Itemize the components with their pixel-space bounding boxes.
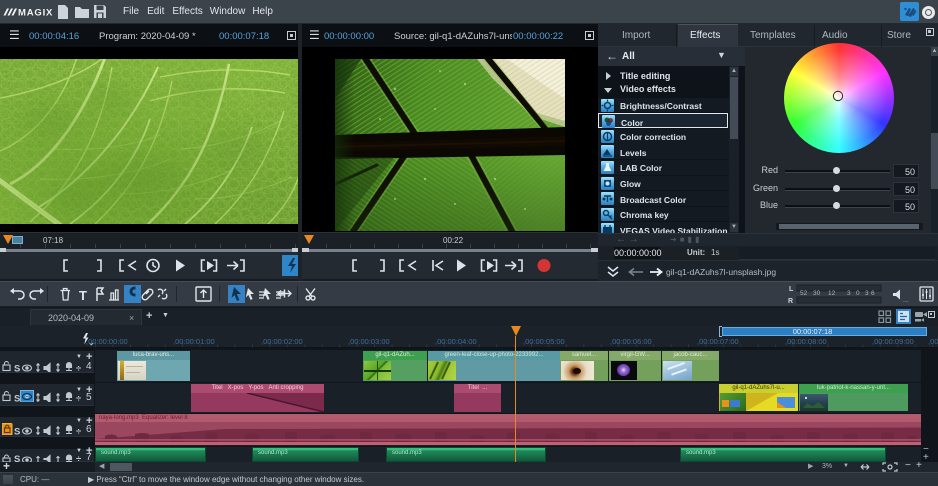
svg-text:T: T <box>79 288 87 303</box>
svg-text:÷: ÷ <box>76 394 81 403</box>
svg-text:30: 30 <box>813 290 821 297</box>
svg-text:S: S <box>14 394 20 403</box>
svg-text:3: 3 <box>865 290 869 297</box>
svg-text:÷: ÷ <box>76 427 81 436</box>
svg-text:12: 12 <box>828 290 836 297</box>
svg-text:S: S <box>14 427 20 436</box>
svg-text:S: S <box>14 364 20 373</box>
svg-text:3: 3 <box>847 290 851 297</box>
svg-text:÷: ÷ <box>76 454 81 462</box>
svg-text:52: 52 <box>800 290 808 297</box>
svg-text:R: R <box>788 298 793 305</box>
svg-text:÷: ÷ <box>76 364 81 373</box>
svg-text:0: 0 <box>856 290 860 297</box>
svg-text:...: ... <box>903 297 909 304</box>
svg-text:MAGIX: MAGIX <box>18 8 53 19</box>
svg-text:S: S <box>14 454 20 462</box>
svg-text:6: 6 <box>871 290 875 297</box>
svg-text:L: L <box>789 286 794 293</box>
